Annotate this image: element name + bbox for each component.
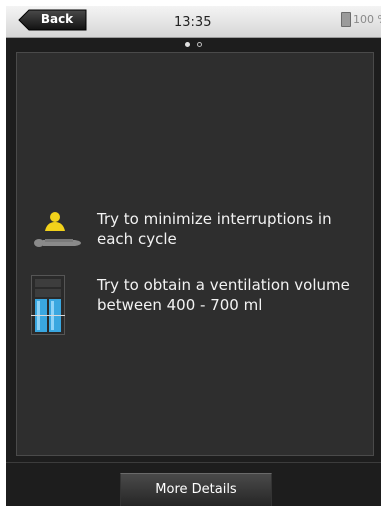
rescuer-compressing-patient-icon xyxy=(34,212,81,247)
tips-panel: Try to minimize interruptions in each cy… xyxy=(16,52,374,456)
footer-divider xyxy=(6,462,381,463)
more-details-button[interactable]: More Details xyxy=(120,473,272,506)
back-button-label: Back xyxy=(40,12,74,26)
page-indicator[interactable] xyxy=(6,42,381,50)
status-bar: Back 13:35 100 % xyxy=(6,6,381,38)
tip-item: Try to minimize interruptions in each cy… xyxy=(31,209,371,257)
back-button[interactable]: Back xyxy=(18,9,88,31)
battery-icon xyxy=(341,12,351,27)
device-screen: Back 13:35 100 % Try to minimize interru… xyxy=(6,6,381,506)
page-dot-inactive[interactable] xyxy=(197,42,203,47)
tip-text: Try to obtain a ventilation volume betwe… xyxy=(97,276,350,314)
clock: 13:35 xyxy=(174,15,212,30)
tip-item: Try to obtain a ventilation volume betwe… xyxy=(31,275,371,337)
ventilation-volume-gauge-icon xyxy=(31,275,65,335)
page-dot-active[interactable] xyxy=(184,42,190,47)
tip-text: Try to minimize interruptions in each cy… xyxy=(97,210,332,248)
battery-level: 100 % xyxy=(353,13,381,26)
